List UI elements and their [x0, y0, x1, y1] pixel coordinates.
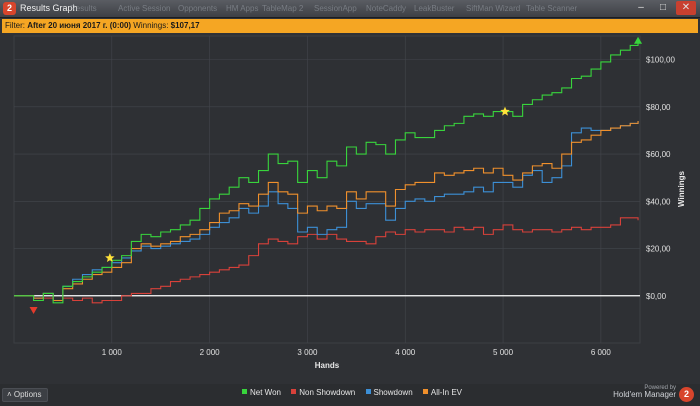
legend-swatch [365, 389, 371, 394]
legend-label: All-In EV [430, 388, 462, 397]
background-tab[interactable]: HM Apps [226, 4, 258, 13]
options-button[interactable]: ˄ Options [2, 388, 48, 402]
chart-svg: 1 000 2 000 3 000 4 000 5 000 6 000 $0,00 $20,… [13, 35, 686, 370]
legend-swatch [422, 389, 428, 394]
brand-name: Hold'em Manager [613, 390, 676, 399]
options-label: Options [13, 390, 42, 399]
background-tab[interactable]: Active Session [118, 4, 170, 13]
brand: Powered by Hold'em Manager [613, 385, 676, 399]
legend-swatch [242, 389, 247, 394]
background-tab[interactable]: TableMap 2 [262, 4, 303, 13]
background-tab[interactable]: NoteCaddy [366, 4, 406, 13]
y-tick-label: $60,00 [646, 150, 671, 159]
x-tick-label: 5 000 [493, 348, 514, 357]
y-axis-ticks: $0,00 $20,00 $40,00 $60,00 $80,00 $100,00 [646, 56, 675, 301]
filter-value: After 20 июня 2017 г. (0:00) [27, 21, 132, 30]
y-axis-label: Winnings [677, 170, 686, 206]
holdem-manager-icon: 2 [3, 2, 16, 15]
legend-swatch [291, 389, 297, 394]
results-chart[interactable]: 1 000 2 000 3 000 4 000 5 000 6 000 $0,00 $20,… [0, 34, 700, 384]
x-tick-label: 2 000 [200, 348, 221, 357]
legend-label: Non Showdown [299, 388, 356, 397]
legend-item-net-won[interactable]: Net Won [242, 388, 281, 397]
filter-bar[interactable]: Filter: After 20 июня 2017 г. (0:00) Win… [2, 19, 698, 33]
results-graph-window: 2 Results Graph Results Active Session O… [0, 0, 700, 406]
background-tab[interactable]: SessionApp [314, 4, 357, 13]
legend-item-non-showdown[interactable]: Non Showdown [291, 388, 355, 397]
holdem-manager-logo: 2 [679, 387, 694, 402]
bottom-bar: ˄ Options Net Won Non Showdown Showdown … [0, 384, 700, 406]
y-tick-label: $0,00 [646, 292, 667, 301]
window-title: Results Graph [20, 3, 78, 13]
title-bar[interactable]: 2 Results Graph Results Active Session O… [0, 0, 700, 18]
minimize-icon[interactable]: – [631, 1, 651, 15]
legend-item-showdown[interactable]: Showdown [365, 388, 413, 397]
x-axis-label: Hands [315, 361, 340, 370]
x-axis-ticks: 1 000 2 000 3 000 4 000 5 000 6 000 [102, 348, 612, 357]
maximize-icon[interactable]: □ [653, 1, 673, 15]
filter-prefix: Filter: [5, 21, 25, 30]
x-tick-label: 1 000 [102, 348, 123, 357]
background-tab[interactable]: Results [70, 4, 97, 13]
background-tab[interactable]: SiftMan Wizard [466, 4, 520, 13]
close-icon[interactable]: ✕ [676, 1, 696, 15]
background-tab[interactable]: LeakBuster [414, 4, 454, 13]
winnings-label: Winnings: [133, 21, 169, 30]
chevron-up-icon: ˄ [7, 390, 12, 399]
chart-legend: Net Won Non Showdown Showdown All-In EV [242, 388, 470, 397]
background-tab[interactable]: Table Scanner [526, 4, 577, 13]
legend-label: Net Won [250, 388, 281, 397]
legend-label: Showdown [373, 388, 413, 397]
y-tick-label: $80,00 [646, 103, 671, 112]
background-tab[interactable]: Opponents [178, 4, 217, 13]
y-tick-label: $100,00 [646, 56, 675, 65]
x-tick-label: 4 000 [395, 348, 416, 357]
y-tick-label: $20,00 [646, 245, 671, 254]
plot-area [13, 35, 641, 344]
x-tick-label: 6 000 [591, 348, 612, 357]
x-tick-label: 3 000 [297, 348, 318, 357]
y-tick-label: $40,00 [646, 197, 671, 206]
winnings-value: $107,17 [170, 21, 200, 30]
legend-item-all-in-ev[interactable]: All-In EV [422, 388, 462, 397]
